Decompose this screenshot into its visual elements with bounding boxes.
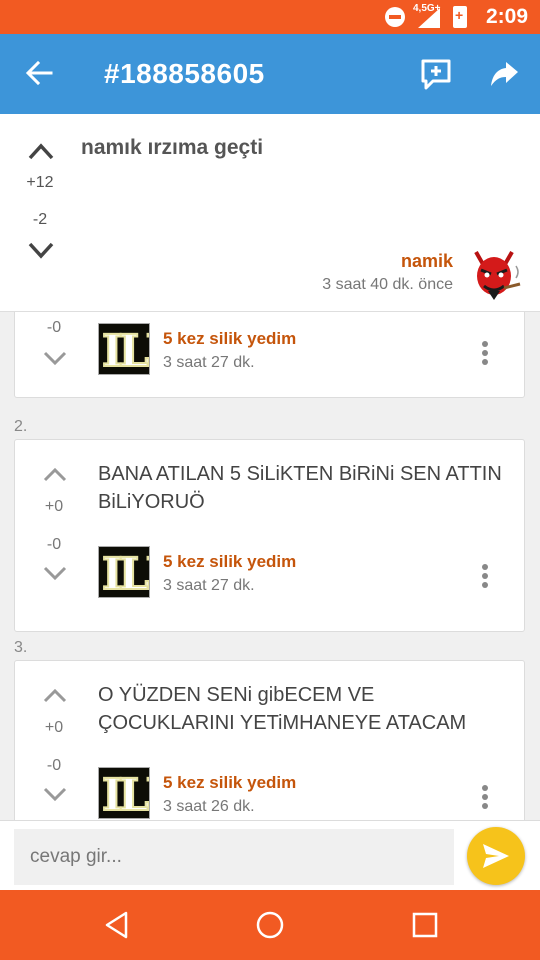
reply-author[interactable]: 5 kez silik yedim — [163, 773, 296, 793]
upvote-icon[interactable] — [26, 140, 56, 164]
upvote-count: +12 — [26, 174, 54, 191]
status-bar: 4,5G+ 2:09 — [0, 0, 540, 34]
reply-card: +0 -0 O YÜZDEN SENi gibECEM VE ÇOCUKLARI… — [14, 660, 525, 820]
avatar[interactable]: ILI — [98, 767, 150, 819]
entry-author[interactable]: namik — [401, 251, 453, 272]
entry-time: 3 saat 40 dk. önce — [322, 276, 453, 293]
entry-header: +12 -2 namık ırzıma geçti namik 3 saat 4… — [0, 114, 540, 312]
more-options-icon[interactable] — [478, 785, 492, 813]
reply-author[interactable]: 5 kez silik yedim — [163, 552, 296, 572]
share-icon[interactable] — [490, 60, 520, 88]
page-title: #188858605 — [104, 58, 265, 89]
reply-time: 3 saat 27 dk. — [163, 354, 255, 371]
clock: 2:09 — [485, 5, 528, 28]
downvote-icon[interactable] — [26, 238, 56, 262]
downvote-icon[interactable] — [42, 564, 68, 582]
upvote-count: +0 — [44, 498, 64, 515]
back-arrow-icon[interactable] — [24, 58, 54, 88]
home-circle-icon[interactable] — [255, 910, 285, 940]
reply-number: 3. — [14, 639, 28, 656]
thread-content: -0 ILI 5 kez silik yedim 3 saat 27 dk. 2… — [0, 114, 540, 820]
signal-icon — [418, 8, 440, 28]
navigation-bar — [0, 890, 540, 960]
downvote-count: -0 — [46, 757, 62, 774]
add-reply-icon[interactable] — [420, 58, 452, 90]
send-icon — [483, 844, 509, 868]
more-options-icon[interactable] — [478, 341, 492, 369]
reply-card: +0 -0 BANA ATILAN 5 SiLiKTEN BiRiNi SEN … — [14, 439, 525, 632]
avatar[interactable]: ILI — [98, 546, 150, 598]
reply-time: 3 saat 27 dk. — [163, 577, 255, 594]
downvote-count: -0 — [46, 319, 62, 336]
reply-input[interactable] — [14, 829, 454, 885]
upvote-icon[interactable] — [42, 466, 68, 484]
reply-author[interactable]: 5 kez silik yedim — [163, 329, 296, 349]
send-button[interactable] — [467, 827, 525, 885]
reply-number: 2. — [14, 418, 28, 435]
reply-text: O YÜZDEN SENi gibECEM VE ÇOCUKLARINI YET… — [98, 684, 467, 734]
downvote-icon[interactable] — [42, 349, 68, 367]
recents-square-icon[interactable] — [410, 910, 440, 940]
app-bar: #188858605 — [0, 34, 540, 114]
reply-time: 3 saat 26 dk. — [163, 798, 255, 815]
devil-avatar-icon[interactable] — [466, 244, 522, 300]
battery-icon — [453, 6, 467, 28]
reply-text: BANA ATILAN 5 SiLiKTEN BiRiNi SEN ATTIN … — [98, 463, 502, 513]
downvote-icon[interactable] — [42, 785, 68, 803]
downvote-count: -2 — [32, 211, 48, 228]
downvote-count: -0 — [46, 536, 62, 553]
upvote-count: +0 — [44, 719, 64, 736]
more-options-icon[interactable] — [478, 564, 492, 592]
avatar[interactable]: ILI — [98, 323, 150, 375]
reply-bar — [0, 820, 540, 890]
entry-text: namık ırzıma geçti — [81, 136, 264, 159]
back-triangle-icon[interactable] — [102, 910, 132, 940]
do-not-disturb-icon — [385, 7, 405, 27]
upvote-icon[interactable] — [42, 687, 68, 705]
